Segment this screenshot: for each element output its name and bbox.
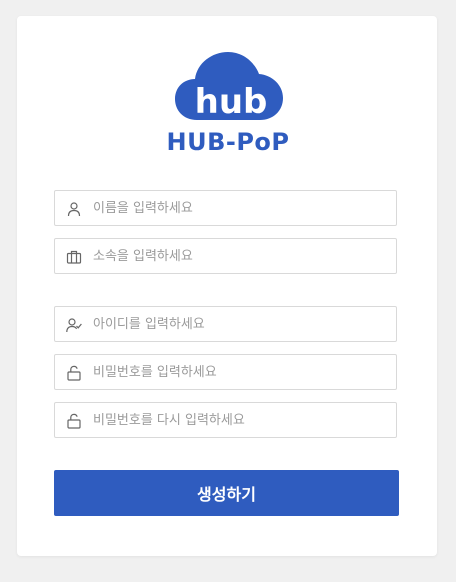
password-input[interactable]: [93, 355, 389, 389]
name-input[interactable]: [93, 191, 389, 225]
password-field: [54, 354, 397, 390]
brand-logo: hub HUB-PoP: [165, 50, 291, 156]
user-icon: [67, 202, 81, 217]
name-field: [54, 190, 397, 226]
briefcase-icon: [66, 250, 82, 264]
unlock-icon: [67, 413, 81, 429]
affiliation-field: [54, 238, 397, 274]
user-check-icon: [66, 318, 82, 333]
affiliation-input[interactable]: [93, 239, 389, 273]
password-confirm-field: [54, 402, 397, 438]
cloud-logo-icon: hub: [175, 52, 283, 122]
create-button[interactable]: 생성하기: [54, 470, 399, 516]
logo-mark-text: hub: [195, 82, 268, 122]
password-confirm-input[interactable]: [93, 403, 389, 437]
brand-name: HUB-PoP: [166, 128, 290, 156]
id-field: [54, 306, 397, 342]
id-input[interactable]: [93, 307, 389, 341]
unlock-icon: [67, 365, 81, 381]
signup-card: hub HUB-PoP 이름을 입력하세요 소속을 입력하세요 아이디를 입력하…: [17, 16, 437, 556]
